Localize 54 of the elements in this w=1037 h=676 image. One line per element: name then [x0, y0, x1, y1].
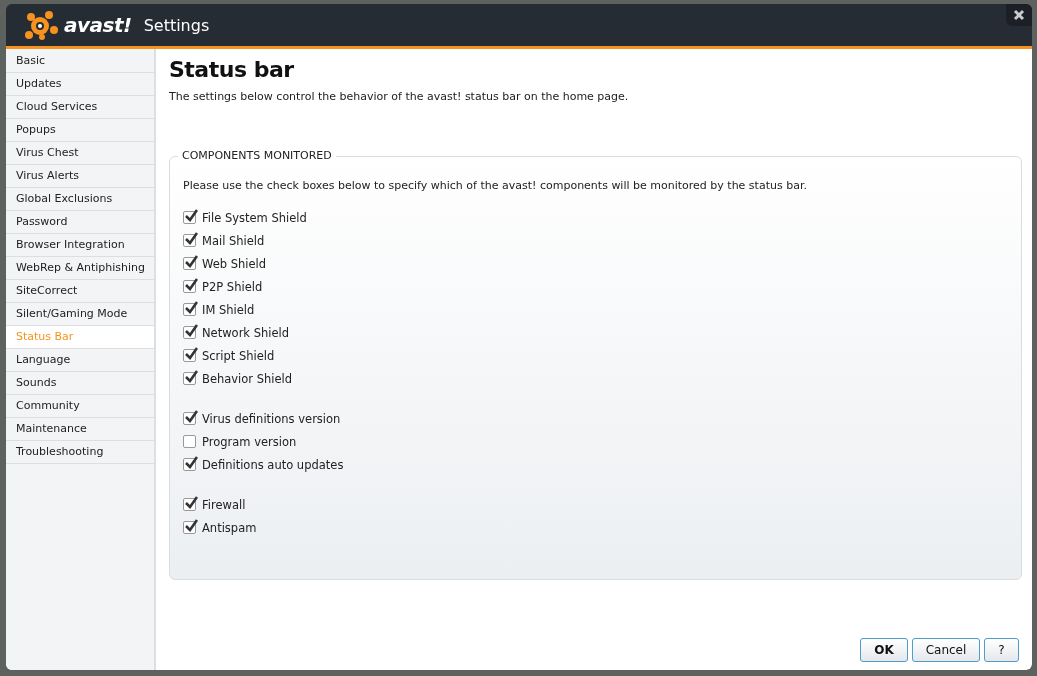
page-title: Status bar	[169, 57, 295, 82]
sidebar-item[interactable]: Popups	[6, 119, 154, 142]
checkbox[interactable]	[183, 326, 196, 339]
checkbox[interactable]	[183, 280, 196, 293]
help-button[interactable]: ?	[984, 638, 1019, 662]
checkbox-label: Antispam	[202, 520, 257, 535]
ok-button[interactable]: OK	[860, 638, 908, 662]
checkbox-label: Web Shield	[202, 256, 267, 271]
checkbox[interactable]	[183, 303, 196, 316]
checkbox-label: IM Shield	[202, 302, 255, 317]
checkbox-label: Mail Shield	[202, 233, 265, 248]
cancel-button[interactable]: Cancel	[912, 638, 980, 662]
sidebar-item[interactable]: Community	[6, 395, 154, 418]
splash-logo-icon	[24, 10, 60, 40]
sidebar-item[interactable]: Virus Chest	[6, 142, 154, 165]
checkbox-label: Program version	[202, 434, 297, 449]
checkbox-label: Virus definitions version	[202, 411, 341, 426]
checkbox-label: Firewall	[202, 497, 246, 512]
sidebar-item[interactable]: Basic	[6, 50, 154, 73]
group-intro: Please use the check boxes below to specify which of the avast! components will be monitored by the status bar.	[183, 179, 808, 192]
sidebar-item[interactable]: Global Exclusions	[6, 188, 154, 211]
sidebar-item[interactable]: Cloud Services	[6, 96, 154, 119]
close-button[interactable]	[1006, 4, 1032, 26]
checkbox[interactable]	[183, 521, 196, 534]
checkbox-label: Behavior Shield	[202, 371, 293, 386]
checkbox[interactable]	[183, 211, 196, 224]
checkbox-label: Definitions auto updates	[202, 457, 344, 472]
checkbox[interactable]	[183, 372, 196, 385]
group-legend: COMPONENTS MONITORED	[178, 149, 336, 162]
checkbox[interactable]	[183, 234, 196, 247]
checkbox-label: File System Shield	[202, 210, 307, 225]
checkbox[interactable]	[183, 349, 196, 362]
window-title: Settings	[143, 15, 210, 35]
checkbox[interactable]	[183, 412, 196, 425]
checkbox[interactable]	[183, 435, 196, 448]
sidebar-item[interactable]: Language	[6, 349, 154, 372]
sidebar-item[interactable]: Virus Alerts	[6, 165, 154, 188]
brand-logo: avast!	[64, 13, 132, 37]
checkbox[interactable]	[183, 498, 196, 511]
checkbox-label: P2P Shield	[202, 279, 263, 294]
sidebar-item[interactable]: Updates	[6, 73, 154, 96]
sidebar-item[interactable]: Sounds	[6, 372, 154, 395]
checkbox[interactable]	[183, 458, 196, 471]
checkbox[interactable]	[183, 257, 196, 270]
sidebar-item[interactable]: Browser Integration	[6, 234, 154, 257]
close-icon	[1013, 9, 1025, 21]
sidebar-item[interactable]: Maintenance	[6, 418, 154, 441]
checkbox-label: Script Shield	[202, 348, 275, 363]
sidebar-item[interactable]: SiteCorrect	[6, 280, 154, 303]
sidebar-item[interactable]: WebRep & Antiphishing	[6, 257, 154, 280]
sidebar-item[interactable]: Password	[6, 211, 154, 234]
sidebar-item[interactable]: Troubleshooting	[6, 441, 154, 464]
page-description: The settings below control the behavior of the avast! status bar on the home page.	[169, 90, 630, 103]
checkbox-label: Network Shield	[202, 325, 290, 340]
